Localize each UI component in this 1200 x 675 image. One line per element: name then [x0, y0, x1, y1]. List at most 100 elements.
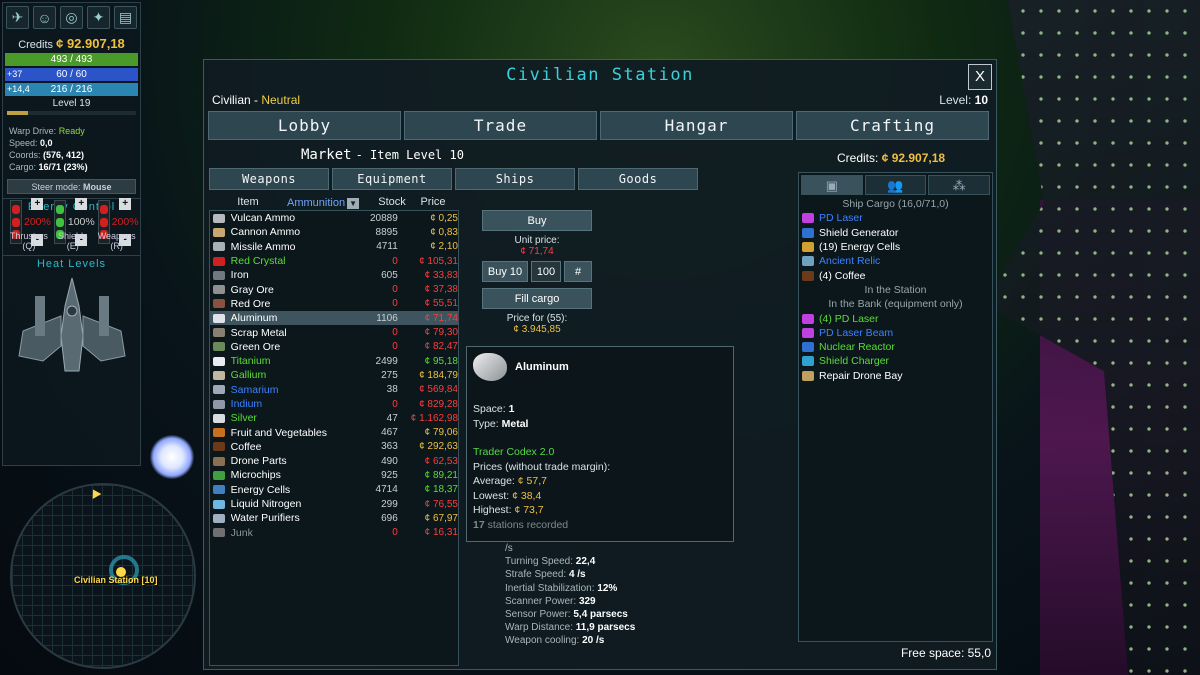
cargo-item[interactable]: Repair Drone Bay [799, 369, 992, 383]
list-item[interactable]: Indium 0 ¢ 829,28 [210, 397, 458, 411]
list-item[interactable]: Scrap Metal 0 ¢ 79,30 [210, 325, 458, 339]
increase-button[interactable]: + [75, 198, 88, 211]
market-category-tabs: Weapons Equipment Ships Goods [209, 168, 698, 190]
market-item-list[interactable]: Vulcan Ammo 20889 ¢ 0,25 Cannon Ammo 8895 ¢ 0… [209, 210, 459, 666]
filter-dropdown[interactable]: Ammunition ▼ [287, 196, 371, 210]
cargo-item[interactable]: PD Laser [799, 211, 992, 225]
list-item[interactable]: Vulcan Ammo 20889 ¢ 0,25 [210, 211, 458, 225]
item-stock: 0 [392, 255, 398, 267]
steer-mode-button[interactable]: Steer mode: Mouse [7, 179, 136, 194]
energy-control-row: +200% - [95, 198, 139, 247]
item-name: Drone Parts [230, 455, 287, 468]
list-item[interactable]: Fruit and Vegetables 467 ¢ 79,06 [210, 425, 458, 439]
minimap[interactable]: Civilian Station [10] [10, 483, 196, 669]
list-item[interactable]: Gray Ore 0 ¢ 37,38 [210, 282, 458, 296]
energy-regen: +14,4 [7, 84, 30, 94]
cargo-item[interactable]: Nuclear Reactor [799, 340, 992, 354]
list-item[interactable]: Missile Ammo 4711 ¢ 2,10 [210, 240, 458, 254]
buy-10-button[interactable]: Buy 10 [482, 261, 528, 282]
cargo-item-icon [802, 327, 814, 338]
item-icon [213, 499, 225, 509]
list-item[interactable]: Aluminum 1106 ¢ 71,74 [210, 311, 458, 326]
cargo-item[interactable]: (4) PD Laser [799, 311, 992, 325]
hud-icon-bar: ✈ ☺ ◎ ✦ ▤ [3, 3, 140, 32]
item-stock: 4714 [375, 484, 398, 496]
item-icon [213, 385, 225, 395]
cargo-item[interactable]: Ancient Relic [799, 254, 992, 268]
increase-button[interactable]: + [119, 198, 132, 211]
list-item[interactable]: Liquid Nitrogen 299 ¢ 76,55 [210, 497, 458, 511]
ship-stat: Warp Distance: 11,9 parsecs [505, 621, 635, 634]
tab-ship-cargo[interactable]: ▣ [801, 175, 863, 195]
list-item[interactable]: Coffee 363 ¢ 292,63 [210, 440, 458, 454]
cargo-value: 16/71 (23%) [38, 162, 88, 172]
custom-quantity-button[interactable]: # [564, 261, 592, 282]
list-item[interactable]: Silver 47 ¢ 1.162,98 [210, 411, 458, 425]
list-item[interactable]: Iron 605 ¢ 33,83 [210, 268, 458, 282]
item-price: ¢ 37,38 [424, 284, 458, 296]
chevron-down-icon[interactable]: ▼ [347, 197, 360, 209]
cargo-item[interactable]: Shield Charger [799, 354, 992, 368]
star-map-icon[interactable]: ✦ [87, 6, 110, 29]
prices-label: Prices (without trade margin): [473, 460, 611, 473]
item-price: ¢ 67,97 [424, 512, 458, 524]
ship-icon[interactable]: ✈ [6, 6, 29, 29]
item-price: ¢ 82,47 [424, 341, 458, 353]
cargo-item[interactable]: (19) Energy Cells [799, 240, 992, 254]
lowest-label: Lowest: [473, 489, 513, 502]
galaxy-map-icon[interactable]: ◎ [60, 6, 83, 29]
tab-materials[interactable]: ⁂ [928, 175, 991, 195]
item-stock: 363 [381, 441, 398, 453]
tab-hangar[interactable]: Hangar [600, 111, 793, 140]
list-item[interactable]: Red Ore 0 ¢ 55,51 [210, 297, 458, 311]
station-level-label: Level: [939, 93, 975, 107]
list-item[interactable]: Green Ore 0 ¢ 82,47 [210, 340, 458, 354]
tab-equipment[interactable]: Equipment [332, 168, 452, 190]
increase-button[interactable]: + [31, 198, 44, 211]
fill-cargo-button[interactable]: Fill cargo [482, 288, 592, 309]
star [150, 435, 194, 479]
tab-trade[interactable]: Trade [404, 111, 597, 140]
coords-value: (576, 412) [43, 150, 85, 160]
item-name: Samarium [230, 383, 279, 396]
list-item[interactable]: Titanium 2499 ¢ 95,18 [210, 354, 458, 368]
pilot-icon[interactable]: ☺ [33, 6, 56, 29]
list-item[interactable]: Red Crystal 0 ¢ 105,31 [210, 254, 458, 268]
steer-label: Steer mode: [31, 182, 81, 192]
item-name: Gallium [230, 369, 267, 382]
tab-crew[interactable]: 👥 [864, 175, 927, 195]
list-item[interactable]: Junk 0 ¢ 16,31 [210, 526, 458, 540]
quantity-row: Buy 10 100 # [482, 261, 592, 282]
list-item[interactable]: Cannon Ammo 8895 ¢ 0,83 [210, 225, 458, 239]
quantity-input[interactable]: 100 [531, 261, 561, 282]
buy-button[interactable]: Buy [482, 210, 592, 231]
speed-label: Speed: [9, 138, 38, 148]
tab-ships[interactable]: Ships [455, 168, 575, 190]
market-item-level: - Item Level 10 [355, 148, 464, 162]
close-button[interactable]: X [968, 64, 992, 90]
list-item[interactable]: Gallium 275 ¢ 184,79 [210, 368, 458, 382]
cargo-item[interactable]: PD Laser Beam [799, 326, 992, 340]
stat-label: /s [505, 543, 513, 554]
list-item[interactable]: Microchips 925 ¢ 89,21 [210, 468, 458, 482]
list-item[interactable]: Drone Parts 490 ¢ 62,53 [210, 454, 458, 468]
player-arrow-icon [88, 487, 102, 499]
free-space: Free space: 55,0 [900, 646, 991, 660]
list-item[interactable]: Water Purifiers 696 ¢ 67,97 [210, 511, 458, 525]
list-item[interactable]: Energy Cells 4714 ¢ 18,37 [210, 483, 458, 497]
item-price: ¢ 95,18 [424, 355, 458, 367]
energy-pip [99, 204, 108, 214]
faction-info: Civilian - Neutral [212, 93, 300, 107]
cargo-item[interactable]: Shield Generator [799, 226, 992, 240]
tab-weapons[interactable]: Weapons [209, 168, 329, 190]
station-level: Level: 10 [939, 93, 988, 107]
lowest-value: ¢ 38,4 [512, 489, 542, 502]
tab-lobby[interactable]: Lobby [208, 111, 401, 140]
tab-crafting[interactable]: Crafting [796, 111, 989, 140]
price-for-label: Price for (55): [506, 313, 568, 324]
tab-goods[interactable]: Goods [578, 168, 698, 190]
cargo-item[interactable]: (4) Coffee [799, 268, 992, 282]
list-item[interactable]: Samarium 38 ¢ 569,84 [210, 383, 458, 397]
codex-icon[interactable]: ▤ [114, 6, 137, 29]
minimap-station-label[interactable]: Civilian Station [10] [74, 575, 158, 585]
